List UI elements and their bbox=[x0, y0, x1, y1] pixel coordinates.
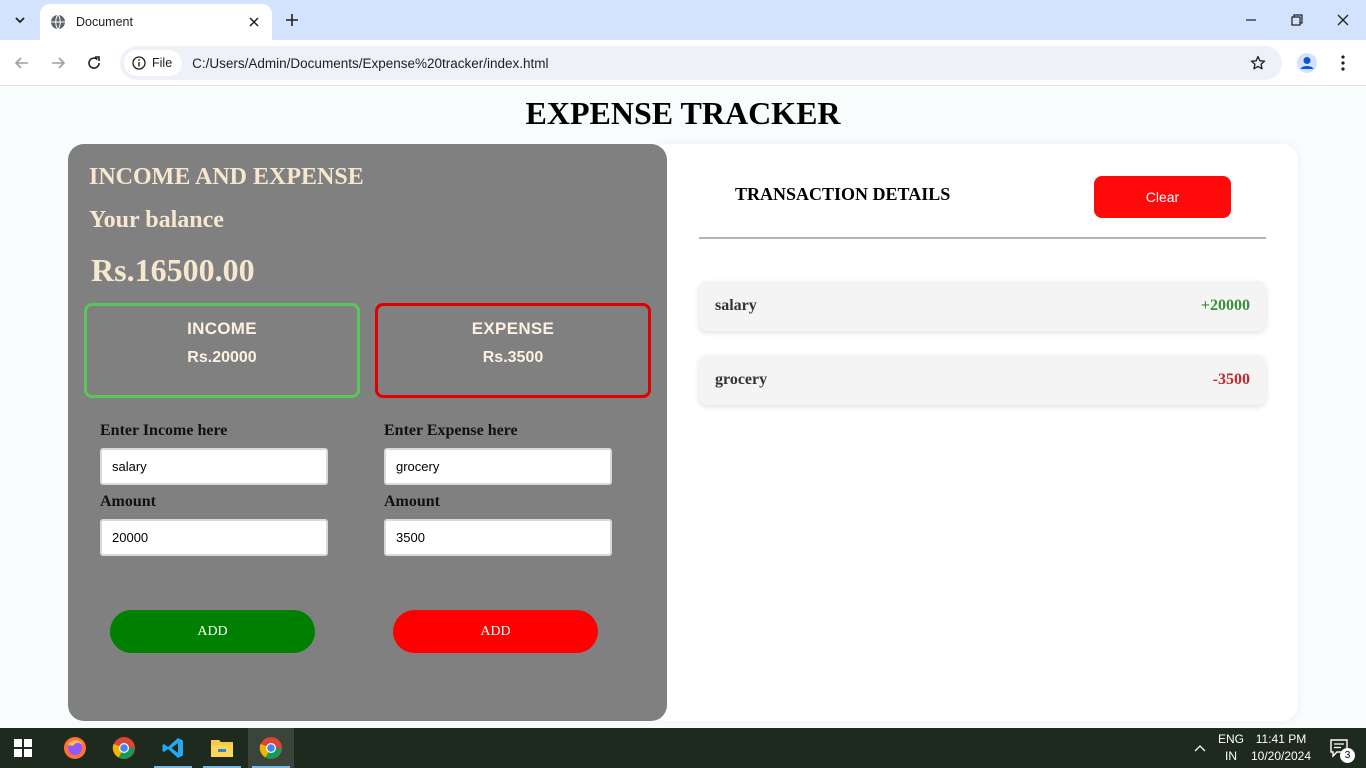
clear-button[interactable]: Clear bbox=[1094, 176, 1231, 218]
expense-name-label: Enter Expense here bbox=[384, 422, 518, 439]
start-button[interactable] bbox=[0, 728, 46, 768]
start-icon bbox=[14, 739, 32, 757]
add-income-button[interactable]: ADD bbox=[110, 610, 315, 653]
add-expense-button[interactable]: ADD bbox=[393, 610, 598, 653]
restore-button[interactable] bbox=[1274, 0, 1320, 40]
transaction-item: salary +20000 bbox=[699, 281, 1266, 331]
url-text[interactable]: C:/Users/Admin/Documents/Expense%20track… bbox=[192, 56, 1248, 71]
income-summary-amount: Rs.20000 bbox=[187, 349, 257, 366]
tab-title: Document bbox=[76, 15, 133, 29]
minimize-button[interactable] bbox=[1228, 0, 1274, 40]
page-viewport: EXPENSE TRACKER TRANSACTION DETAILS Clea… bbox=[0, 87, 1366, 728]
transaction-name: salary bbox=[715, 297, 757, 314]
arrow-right-icon bbox=[52, 57, 66, 69]
transaction-amount: +20000 bbox=[1200, 297, 1250, 314]
taskbar-file-explorer[interactable] bbox=[199, 728, 245, 768]
balance-label: Your balance bbox=[89, 207, 224, 233]
arrow-left-icon bbox=[14, 57, 28, 69]
clock[interactable]: 11:41 PM 10/20/2024 bbox=[1248, 728, 1314, 768]
transaction-amount: -3500 bbox=[1212, 371, 1250, 388]
income-name-label: Enter Income here bbox=[100, 422, 228, 439]
income-summary-box: INCOME Rs.20000 bbox=[84, 303, 360, 398]
minimize-icon bbox=[1246, 19, 1256, 21]
income-expense-panel: INCOME AND EXPENSE Your balance Rs.16500… bbox=[68, 144, 667, 721]
windows-taskbar: ENG IN 11:41 PM 10/20/2024 3 bbox=[0, 728, 1366, 768]
new-tab-button[interactable] bbox=[282, 10, 302, 30]
taskbar-chrome-active[interactable] bbox=[248, 728, 294, 768]
site-chip-label: File bbox=[152, 56, 173, 70]
info-icon bbox=[132, 56, 146, 70]
transaction-item: grocery -3500 bbox=[699, 355, 1266, 405]
notification-count-badge: 3 bbox=[1340, 748, 1355, 763]
income-amount-label: Amount bbox=[100, 493, 157, 510]
browser-menu-icon[interactable] bbox=[1334, 52, 1352, 74]
firefox-icon bbox=[64, 737, 86, 759]
chevron-down-icon bbox=[15, 17, 25, 24]
plus-icon bbox=[286, 14, 298, 26]
browser-tab-strip: Document bbox=[0, 0, 1366, 40]
expense-summary-title: EXPENSE bbox=[471, 319, 555, 338]
close-icon bbox=[1337, 14, 1349, 26]
restore-icon bbox=[1291, 14, 1303, 26]
chevron-up-icon bbox=[1194, 745, 1206, 752]
region-code: IN bbox=[1225, 749, 1237, 763]
balance-amount: Rs.16500.00 bbox=[91, 252, 255, 288]
file-explorer-icon bbox=[211, 740, 233, 757]
income-amount-input[interactable] bbox=[100, 519, 328, 556]
clock-time: 11:41 PM bbox=[1255, 732, 1307, 746]
chrome-icon bbox=[259, 737, 282, 759]
close-window-button[interactable] bbox=[1320, 0, 1366, 40]
back-button[interactable] bbox=[10, 51, 34, 75]
page-title: EXPENSE TRACKER bbox=[525, 95, 841, 131]
tab-search-button[interactable] bbox=[8, 8, 32, 32]
address-bar[interactable]: File C:/Users/Admin/Documents/Expense%20… bbox=[120, 46, 1282, 80]
income-expense-heading: INCOME AND EXPENSE bbox=[89, 164, 364, 190]
taskbar-firefox[interactable] bbox=[52, 728, 98, 768]
forward-button[interactable] bbox=[46, 51, 70, 75]
transaction-name: grocery bbox=[715, 371, 768, 388]
expense-amount-label: Amount bbox=[384, 493, 441, 510]
language-indicator[interactable]: ENG IN bbox=[1214, 728, 1248, 768]
expense-summary-amount: Rs.3500 bbox=[482, 349, 544, 366]
transaction-details-heading: TRANSACTION DETAILS bbox=[735, 184, 951, 204]
transaction-panel: TRANSACTION DETAILS Clear salary +20000 … bbox=[650, 144, 1298, 721]
notification-center-button[interactable]: 3 bbox=[1318, 728, 1362, 768]
divider bbox=[699, 237, 1266, 239]
globe-icon bbox=[50, 14, 66, 30]
clock-date: 10/20/2024 bbox=[1250, 749, 1312, 763]
expense-summary-box: EXPENSE Rs.3500 bbox=[375, 303, 651, 398]
browser-toolbar: File C:/Users/Admin/Documents/Expense%20… bbox=[0, 40, 1366, 86]
bookmark-star-icon[interactable] bbox=[1248, 53, 1268, 73]
expense-name-input[interactable] bbox=[384, 448, 612, 485]
chrome-icon bbox=[112, 737, 135, 759]
close-tab-icon[interactable] bbox=[246, 14, 262, 30]
reload-icon bbox=[88, 56, 100, 69]
taskbar-vscode[interactable] bbox=[150, 728, 196, 768]
reload-button[interactable] bbox=[82, 51, 106, 75]
taskbar-chrome[interactable] bbox=[101, 728, 147, 768]
income-name-input[interactable] bbox=[100, 448, 328, 485]
vscode-icon bbox=[162, 738, 183, 758]
profile-avatar-icon[interactable] bbox=[1296, 52, 1318, 74]
income-summary-title: INCOME bbox=[187, 319, 257, 338]
site-info-chip[interactable]: File bbox=[124, 50, 183, 76]
browser-tab[interactable]: Document bbox=[40, 4, 272, 40]
language-code: ENG bbox=[1217, 732, 1244, 746]
expense-amount-input[interactable] bbox=[384, 519, 612, 556]
